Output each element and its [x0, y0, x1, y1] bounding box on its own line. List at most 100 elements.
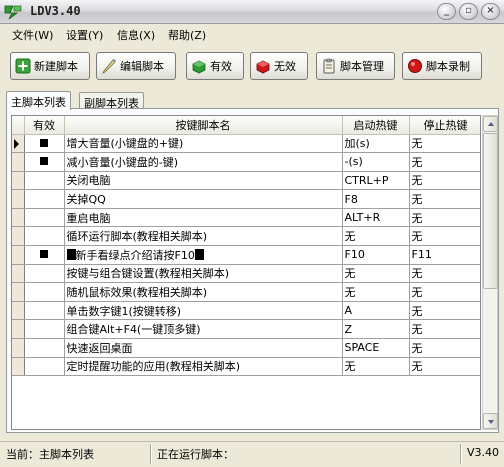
script-name-cell[interactable]: 随机鼠标效果(教程相关脚本) — [64, 282, 343, 302]
script-name-cell[interactable]: 组合键Alt+F4(一键顶多键) — [64, 319, 343, 340]
start-hotkey-cell[interactable]: 无 — [342, 264, 410, 284]
enabled-cell[interactable] — [24, 319, 65, 340]
table-row[interactable]: 关闭电脑 CTRL+P 无 — [12, 171, 480, 191]
menu-info[interactable]: 信息(X) — [117, 27, 155, 43]
scroll-down-button[interactable] — [483, 413, 498, 429]
script-name-cell[interactable]: 单击数字键1(按键转移) — [64, 301, 343, 321]
menu-help[interactable]: 帮助(Z) — [168, 27, 206, 43]
table-row[interactable]: 新手看绿点介绍请按F10 F10 F11 — [12, 245, 480, 265]
column-header-start-hotkey[interactable]: 启动热键 — [342, 116, 410, 135]
script-manage-button[interactable]: 脚本管理 — [316, 52, 395, 80]
stop-hotkey-cell[interactable]: 无 — [409, 338, 480, 358]
script-table[interactable]: 有效 按键脚本名 启动热键 停止热键 增大音量(小键盘的+键) 加(s) 无减小音量… — [11, 115, 481, 430]
enabled-cell[interactable] — [24, 208, 65, 228]
table-row[interactable]: 组合键Alt+F4(一键顶多键) Z 无 — [12, 319, 480, 340]
enabled-cell[interactable] — [24, 226, 65, 247]
vertical-scrollbar[interactable] — [482, 115, 498, 430]
enabled-cell[interactable] — [24, 134, 65, 154]
start-hotkey-cell[interactable]: Z — [342, 319, 410, 340]
stop-hotkey-cell[interactable]: 无 — [409, 189, 480, 209]
start-hotkey-cell[interactable]: CTRL+P — [342, 171, 410, 191]
stop-hotkey-cell[interactable]: 无 — [409, 226, 480, 247]
stop-hotkey-cell[interactable]: 无 — [409, 171, 480, 191]
script-name-cell[interactable]: 新手看绿点介绍请按F10 — [64, 245, 343, 265]
start-hotkey-cell[interactable]: A — [342, 301, 410, 321]
new-script-button[interactable]: 新建脚本 — [10, 52, 90, 80]
enabled-cell[interactable] — [24, 245, 65, 265]
start-hotkey-cell[interactable]: F10 — [342, 245, 410, 265]
tab-main-scripts[interactable]: 主脚本列表 — [6, 91, 71, 110]
table-row[interactable]: 按键与组合键设置(教程相关脚本) 无无 — [12, 264, 480, 284]
scroll-thumb[interactable] — [483, 133, 498, 289]
script-name-cell[interactable]: 定时提醒功能的应用(教程相关脚本) — [64, 357, 343, 377]
start-hotkey-cell[interactable]: ALT+R — [342, 208, 410, 228]
stop-hotkey-cell[interactable]: 无 — [409, 319, 480, 340]
enabled-cell[interactable] — [24, 338, 65, 358]
row-indicator[interactable] — [12, 319, 25, 340]
table-row[interactable]: 定时提醒功能的应用(教程相关脚本) 无无 — [12, 357, 480, 377]
row-indicator[interactable] — [12, 264, 25, 284]
row-indicator[interactable] — [12, 189, 25, 209]
row-indicator[interactable] — [12, 134, 25, 154]
start-hotkey-cell[interactable]: 无 — [342, 226, 410, 247]
close-button[interactable]: × — [481, 3, 500, 20]
title-bar[interactable]: LDV3.40 _ ▫ × — [0, 0, 504, 24]
start-hotkey-cell[interactable]: SPACE — [342, 338, 410, 358]
row-indicator[interactable] — [12, 226, 25, 247]
enabled-cell[interactable] — [24, 357, 65, 377]
scroll-up-button[interactable] — [483, 116, 498, 132]
start-hotkey-cell[interactable]: F8 — [342, 189, 410, 209]
enabled-cell[interactable] — [24, 282, 65, 302]
enabled-cell[interactable] — [24, 171, 65, 191]
row-indicator[interactable] — [12, 282, 25, 302]
enable-button[interactable]: 有效 — [186, 52, 244, 80]
row-indicator[interactable] — [12, 152, 25, 172]
tab-sub-scripts[interactable]: 副脚本列表 — [79, 92, 144, 110]
row-indicator[interactable] — [12, 301, 25, 321]
script-name-cell[interactable]: 循环运行脚本(教程相关脚本) — [64, 226, 343, 247]
script-name-cell[interactable]: 减小音量(小键盘的-键) — [64, 152, 343, 172]
table-row[interactable]: 减小音量(小键盘的-键) -(s) 无 — [12, 152, 480, 172]
row-indicator[interactable] — [12, 338, 25, 358]
enabled-cell[interactable] — [24, 264, 65, 284]
column-header-script-name[interactable]: 按键脚本名 — [64, 116, 343, 135]
script-name-cell[interactable]: 关掉QQ — [64, 189, 343, 209]
table-row[interactable]: 单击数字键1(按键转移) A 无 — [12, 301, 480, 321]
maximize-button[interactable]: ▫ — [459, 3, 478, 20]
start-hotkey-cell[interactable]: 无 — [342, 357, 410, 377]
enabled-cell[interactable] — [24, 301, 65, 321]
stop-hotkey-cell[interactable]: 无 — [409, 301, 480, 321]
enabled-cell[interactable] — [24, 152, 65, 172]
stop-hotkey-cell[interactable]: 无 — [409, 264, 480, 284]
table-row[interactable]: 重启电脑 ALT+R 无 — [12, 208, 480, 228]
script-name-cell[interactable]: 快速返回桌面 — [64, 338, 343, 358]
table-row[interactable]: 关掉QQ F8 无 — [12, 189, 480, 209]
row-indicator[interactable] — [12, 171, 25, 191]
start-hotkey-cell[interactable]: -(s) — [342, 152, 410, 172]
row-indicator[interactable] — [12, 245, 25, 265]
stop-hotkey-cell[interactable]: 无 — [409, 357, 480, 377]
stop-hotkey-cell[interactable]: 无 — [409, 208, 480, 228]
stop-hotkey-cell[interactable]: 无 — [409, 282, 480, 302]
script-name-cell[interactable]: 增大音量(小键盘的+键) — [64, 134, 343, 154]
row-indicator[interactable] — [12, 208, 25, 228]
column-header-enabled[interactable]: 有效 — [24, 116, 65, 135]
start-hotkey-cell[interactable]: 加(s) — [342, 134, 410, 154]
table-row[interactable]: 循环运行脚本(教程相关脚本) 无无 — [12, 226, 480, 247]
row-indicator[interactable] — [12, 357, 25, 377]
column-header-stop-hotkey[interactable]: 停止热键 — [409, 116, 480, 135]
disable-button[interactable]: 无效 — [250, 52, 308, 80]
edit-script-button[interactable]: 编辑脚本 — [96, 52, 176, 80]
table-row[interactable]: 随机鼠标效果(教程相关脚本) 无无 — [12, 282, 480, 302]
script-name-cell[interactable]: 按键与组合键设置(教程相关脚本) — [64, 264, 343, 284]
script-record-button[interactable]: 脚本录制 — [402, 52, 482, 80]
enabled-cell[interactable] — [24, 189, 65, 209]
minimize-button[interactable]: _ — [437, 3, 456, 20]
menu-settings[interactable]: 设置(Y) — [66, 27, 103, 43]
start-hotkey-cell[interactable]: 无 — [342, 282, 410, 302]
script-name-cell[interactable]: 重启电脑 — [64, 208, 343, 228]
menu-file[interactable]: 文件(W) — [12, 27, 53, 43]
table-row[interactable]: 增大音量(小键盘的+键) 加(s) 无 — [12, 134, 480, 154]
stop-hotkey-cell[interactable]: 无 — [409, 134, 480, 154]
script-name-cell[interactable]: 关闭电脑 — [64, 171, 343, 191]
